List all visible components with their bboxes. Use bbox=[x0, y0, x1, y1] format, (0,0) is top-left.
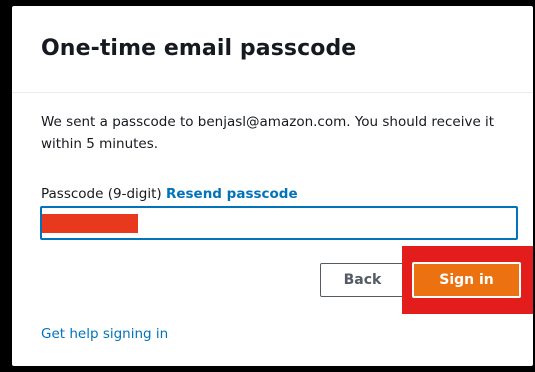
back-button[interactable]: Back bbox=[320, 263, 405, 297]
passcode-label-row: Passcode (9-digit) Resend passcode bbox=[41, 186, 298, 202]
get-help-signing-in-link[interactable]: Get help signing in bbox=[41, 326, 168, 342]
passcode-input[interactable] bbox=[40, 206, 518, 240]
passcode-label: Passcode (9-digit) bbox=[41, 186, 162, 202]
sign-in-button[interactable]: Sign in bbox=[412, 262, 521, 298]
passcode-card: One-time email passcode We sent a passco… bbox=[12, 6, 533, 366]
redacted-passcode-value bbox=[42, 214, 138, 233]
page-title: One-time email passcode bbox=[41, 36, 357, 61]
card-header: One-time email passcode bbox=[12, 6, 533, 93]
resend-passcode-link[interactable]: Resend passcode bbox=[166, 186, 298, 202]
passcode-sent-message: We sent a passcode to benjasl@amazon.com… bbox=[41, 114, 495, 152]
